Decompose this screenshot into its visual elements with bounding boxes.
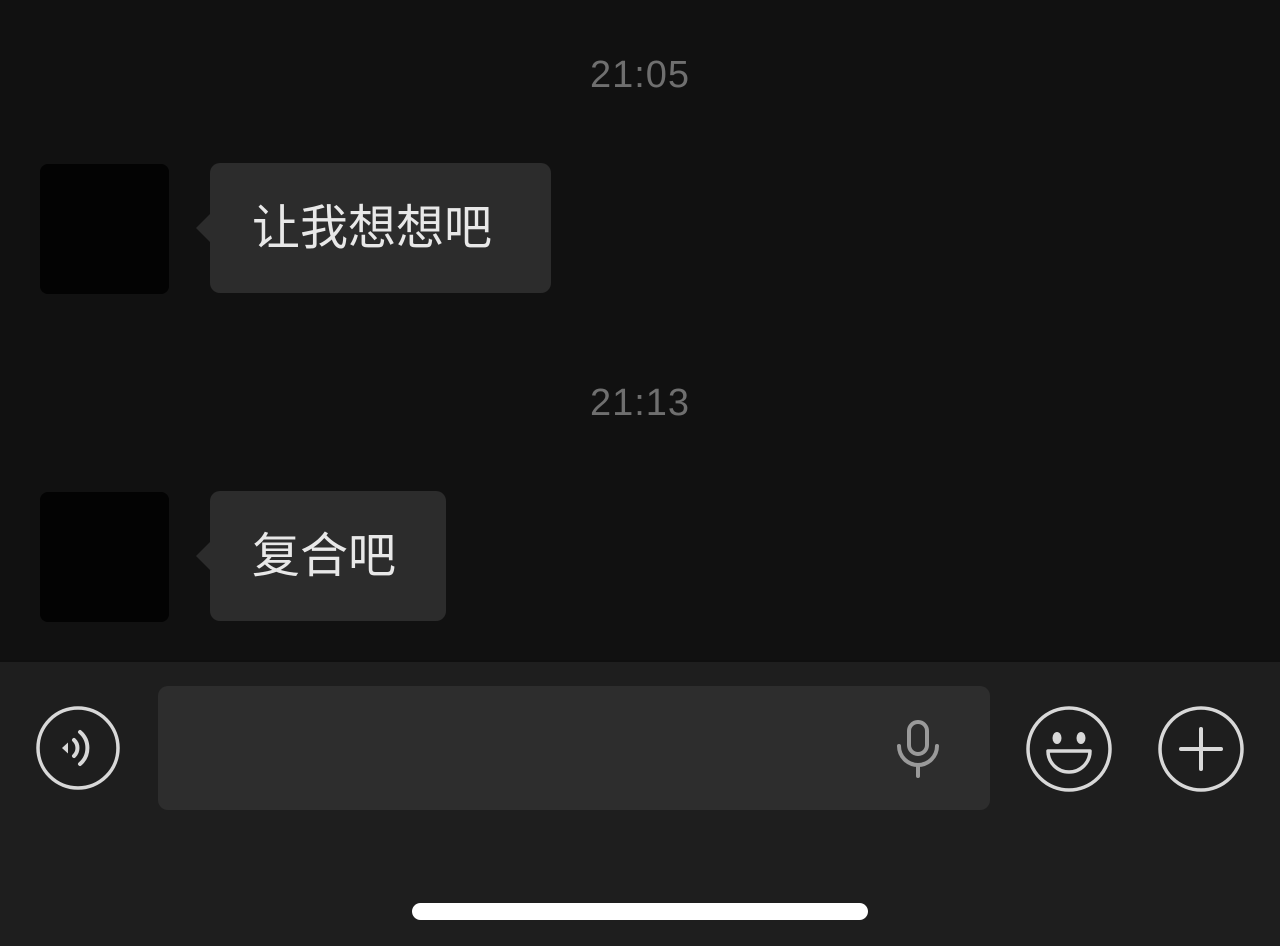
- voice-icon: [36, 706, 120, 790]
- voice-mode-button[interactable]: [36, 706, 120, 790]
- message-timestamp: 21:13: [589, 382, 691, 424]
- more-options-button[interactable]: [1158, 706, 1244, 792]
- home-indicator[interactable]: [412, 903, 868, 920]
- message-timestamp: 21:05: [589, 54, 691, 96]
- message-input[interactable]: [158, 686, 990, 810]
- mic-icon: [897, 720, 939, 778]
- mic-button[interactable]: [893, 720, 943, 780]
- emoji-button[interactable]: [1026, 706, 1112, 792]
- contact-avatar[interactable]: [40, 164, 169, 294]
- emoji-icon: [1026, 706, 1112, 792]
- contact-avatar[interactable]: [40, 492, 169, 622]
- chat-message-list[interactable]: 21:05 让我想想吧 21:13 复合吧: [0, 0, 1280, 660]
- message-bubble[interactable]: 复合吧: [196, 491, 446, 621]
- message-bubble[interactable]: 让我想想吧: [196, 163, 551, 293]
- plus-icon: [1158, 706, 1244, 792]
